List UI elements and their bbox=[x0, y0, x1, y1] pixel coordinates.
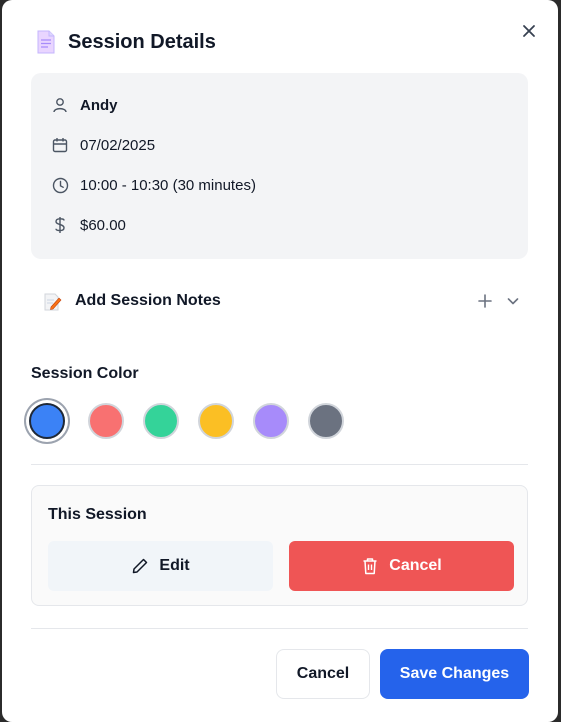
edit-label: Edit bbox=[159, 557, 190, 574]
session-date: 07/02/2025 bbox=[80, 136, 156, 154]
add-session-notes-toggle[interactable]: Add Session Notes bbox=[42, 288, 520, 314]
page-title: Session Details bbox=[68, 30, 216, 53]
save-label: Save Changes bbox=[399, 665, 510, 682]
session-color-label: Session Color bbox=[31, 365, 139, 382]
dollar-icon bbox=[51, 216, 69, 234]
session-details-modal: Session Details Andy 07/02/2025 10:00 - … bbox=[2, 0, 558, 722]
trash-icon bbox=[361, 557, 379, 575]
cancel-button[interactable]: Cancel bbox=[276, 649, 370, 699]
client-row: Andy bbox=[51, 96, 118, 114]
edit-button[interactable]: Edit bbox=[48, 541, 273, 591]
time-row: 10:00 - 10:30 (30 minutes) bbox=[51, 176, 256, 194]
close-button[interactable] bbox=[518, 20, 540, 42]
color-swatch-green[interactable] bbox=[143, 403, 179, 439]
color-swatch-blue[interactable] bbox=[29, 403, 65, 439]
pencil-icon bbox=[131, 557, 149, 575]
divider bbox=[31, 464, 528, 465]
plus-icon[interactable] bbox=[478, 294, 492, 308]
cancel-session-button[interactable]: Cancel bbox=[289, 541, 514, 591]
this-session-title: This Session bbox=[48, 506, 147, 523]
this-session-panel: This Session Edit Cancel bbox=[31, 485, 528, 606]
session-price: $60.00 bbox=[80, 216, 126, 234]
cancel-session-label: Cancel bbox=[389, 557, 442, 574]
client-name: Andy bbox=[80, 96, 118, 114]
calendar-icon bbox=[51, 136, 69, 154]
session-time: 10:00 - 10:30 (30 minutes) bbox=[80, 176, 256, 194]
notes-actions bbox=[478, 294, 520, 308]
user-icon bbox=[51, 96, 69, 114]
notes-label: Add Session Notes bbox=[75, 292, 221, 309]
color-swatch-red[interactable] bbox=[88, 403, 124, 439]
color-swatch-yellow[interactable] bbox=[198, 403, 234, 439]
clock-icon bbox=[51, 176, 69, 194]
price-row: $60.00 bbox=[51, 216, 126, 234]
color-swatch-gray[interactable] bbox=[308, 403, 344, 439]
session-info-card: Andy 07/02/2025 10:00 - 10:30 (30 minute… bbox=[31, 73, 528, 259]
close-icon bbox=[523, 25, 535, 37]
date-row: 07/02/2025 bbox=[51, 136, 155, 154]
memo-icon bbox=[44, 293, 62, 311]
chevron-down-icon[interactable] bbox=[506, 294, 520, 308]
cancel-label: Cancel bbox=[296, 665, 350, 682]
document-icon bbox=[37, 30, 55, 54]
modal-header: Session Details bbox=[36, 30, 216, 54]
divider bbox=[31, 628, 528, 629]
save-changes-button[interactable]: Save Changes bbox=[380, 649, 529, 699]
color-swatch-purple[interactable] bbox=[253, 403, 289, 439]
